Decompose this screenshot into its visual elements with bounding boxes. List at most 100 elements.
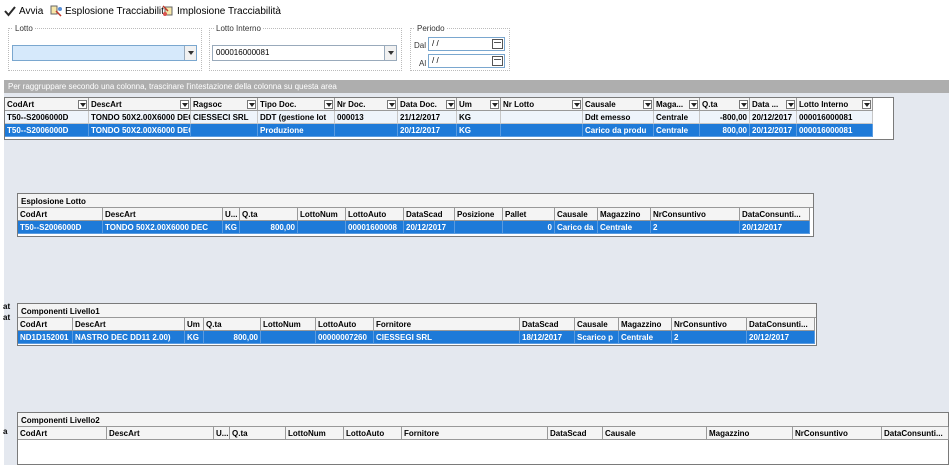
- table-cell[interactable]: 21/12/2017: [398, 111, 457, 124]
- table-cell[interactable]: [191, 124, 258, 137]
- column-header[interactable]: DescArt: [107, 427, 214, 440]
- table-cell[interactable]: KG: [457, 111, 501, 124]
- table-cell[interactable]: T50--S2006000D: [18, 221, 103, 234]
- column-header[interactable]: Fornitore: [402, 427, 548, 440]
- avvia-button[interactable]: Avvia: [4, 2, 43, 20]
- column-header[interactable]: LottoAuto: [344, 427, 402, 440]
- column-header[interactable]: LottoNum: [261, 318, 316, 331]
- filter-dropdown-icon[interactable]: [446, 100, 455, 109]
- table-cell[interactable]: Centrale: [598, 221, 651, 234]
- filter-dropdown-icon[interactable]: [643, 100, 652, 109]
- column-header[interactable]: Ragsoc: [191, 98, 258, 111]
- calendar-icon[interactable]: [492, 39, 503, 49]
- table-cell[interactable]: CIESSECI SRL: [191, 111, 258, 124]
- table-cell[interactable]: 20/12/2017: [750, 124, 797, 137]
- table-cell[interactable]: [298, 221, 346, 234]
- column-header[interactable]: NrConsuntivo: [793, 427, 882, 440]
- column-header[interactable]: Q.ta: [700, 98, 750, 111]
- column-header[interactable]: Causale: [603, 427, 707, 440]
- table-cell[interactable]: CIESSEGI SRL: [374, 331, 520, 344]
- column-header[interactable]: NrConsuntivo: [672, 318, 747, 331]
- filter-dropdown-icon[interactable]: [689, 100, 698, 109]
- filter-dropdown-icon[interactable]: [739, 100, 748, 109]
- table-cell[interactable]: TONDO 50X2.00X6000 DEC: [89, 111, 191, 124]
- table-cell[interactable]: 000016000081: [797, 111, 873, 124]
- column-header[interactable]: Causale: [575, 318, 619, 331]
- al-date-field[interactable]: / /: [428, 54, 505, 68]
- table-cell[interactable]: Carico da: [555, 221, 598, 234]
- table-cell[interactable]: [335, 124, 398, 137]
- filter-dropdown-icon[interactable]: [180, 100, 189, 109]
- filter-dropdown-icon[interactable]: [572, 100, 581, 109]
- table-cell[interactable]: KG: [185, 331, 204, 344]
- column-header[interactable]: Q.ta: [204, 318, 261, 331]
- table-cell[interactable]: T50--S2006000D: [5, 124, 89, 137]
- table-cell[interactable]: 18/12/2017: [520, 331, 575, 344]
- table-cell[interactable]: DDT (gestione lot: [258, 111, 335, 124]
- table-cell[interactable]: [455, 221, 503, 234]
- column-header[interactable]: Data ...: [750, 98, 797, 111]
- table-cell[interactable]: Centrale: [654, 124, 700, 137]
- table-cell[interactable]: [261, 331, 316, 344]
- column-header[interactable]: U...: [223, 208, 240, 221]
- column-header[interactable]: DataConsunti...: [882, 427, 949, 440]
- column-header[interactable]: Causale: [555, 208, 598, 221]
- table-cell[interactable]: 20/12/2017: [404, 221, 455, 234]
- column-header[interactable]: Magazzino: [707, 427, 793, 440]
- componenti-livello1-grid[interactable]: Componenti Livello1 CodArt DescArt Um Q.ta L…: [17, 303, 817, 346]
- table-cell[interactable]: [501, 124, 583, 137]
- column-header[interactable]: CodArt: [5, 98, 89, 111]
- table-cell[interactable]: ND1D152001: [18, 331, 73, 344]
- column-header[interactable]: DescArt: [73, 318, 185, 331]
- column-header[interactable]: Data Doc.: [398, 98, 457, 111]
- table-cell[interactable]: KG: [457, 124, 501, 137]
- table-cell[interactable]: 000016000081: [797, 124, 873, 137]
- table-cell[interactable]: Produzione: [258, 124, 335, 137]
- table-cell[interactable]: Scarico p: [575, 331, 619, 344]
- column-header[interactable]: Posizione: [455, 208, 503, 221]
- column-header[interactable]: Magazzino: [598, 208, 651, 221]
- table-cell[interactable]: Ddt emesso: [583, 111, 654, 124]
- table-cell[interactable]: T50--S2006000D: [5, 111, 89, 124]
- filter-dropdown-icon[interactable]: [786, 100, 795, 109]
- column-header[interactable]: CodArt: [18, 427, 107, 440]
- filter-dropdown-icon[interactable]: [324, 100, 333, 109]
- column-header[interactable]: DescArt: [89, 98, 191, 111]
- column-header[interactable]: CodArt: [18, 208, 103, 221]
- table-cell[interactable]: 20/12/2017: [740, 221, 810, 234]
- column-header[interactable]: LottoAuto: [316, 318, 374, 331]
- table-cell[interactable]: Centrale: [619, 331, 672, 344]
- filter-dropdown-icon[interactable]: [247, 100, 256, 109]
- table-cell[interactable]: Centrale: [654, 111, 700, 124]
- table-cell[interactable]: 800,00: [700, 124, 750, 137]
- column-header[interactable]: Q.ta: [230, 427, 286, 440]
- column-header[interactable]: Fornitore: [374, 318, 520, 331]
- table-cell[interactable]: 000013: [335, 111, 398, 124]
- column-header[interactable]: LottoNum: [298, 208, 346, 221]
- column-header[interactable]: Tipo Doc.: [258, 98, 335, 111]
- column-header[interactable]: Nr Lotto: [501, 98, 583, 111]
- calendar-icon[interactable]: [492, 56, 503, 66]
- table-cell[interactable]: 00000007260: [316, 331, 374, 344]
- lotto-interno-combo[interactable]: 000016000081: [212, 45, 397, 61]
- filter-dropdown-icon[interactable]: [78, 100, 87, 109]
- column-header[interactable]: Lotto Interno: [797, 98, 873, 111]
- implosione-tracciabilita-button[interactable]: Implosione Tracciabilità: [162, 2, 281, 20]
- table-cell[interactable]: 00001600008: [346, 221, 404, 234]
- filter-dropdown-icon[interactable]: [862, 100, 871, 109]
- table-cell[interactable]: 2: [651, 221, 740, 234]
- table-cell[interactable]: -800,00: [700, 111, 750, 124]
- lotto-combo[interactable]: [12, 45, 197, 61]
- column-header[interactable]: Causale: [583, 98, 654, 111]
- table-cell[interactable]: KG: [223, 221, 240, 234]
- table-cell[interactable]: Carico da produ: [583, 124, 654, 137]
- column-header[interactable]: NrConsuntivo: [651, 208, 740, 221]
- main-grid[interactable]: CodArt DescArt Ragsoc Tipo Doc. Nr Doc. Data …: [4, 97, 894, 140]
- column-header[interactable]: Q.ta: [240, 208, 298, 221]
- column-header[interactable]: LottoAuto: [346, 208, 404, 221]
- table-cell[interactable]: 0: [503, 221, 555, 234]
- column-header[interactable]: Pallet: [503, 208, 555, 221]
- table-cell[interactable]: 20/12/2017: [398, 124, 457, 137]
- dal-date-field[interactable]: / /: [428, 37, 505, 51]
- column-header[interactable]: DataScad: [404, 208, 455, 221]
